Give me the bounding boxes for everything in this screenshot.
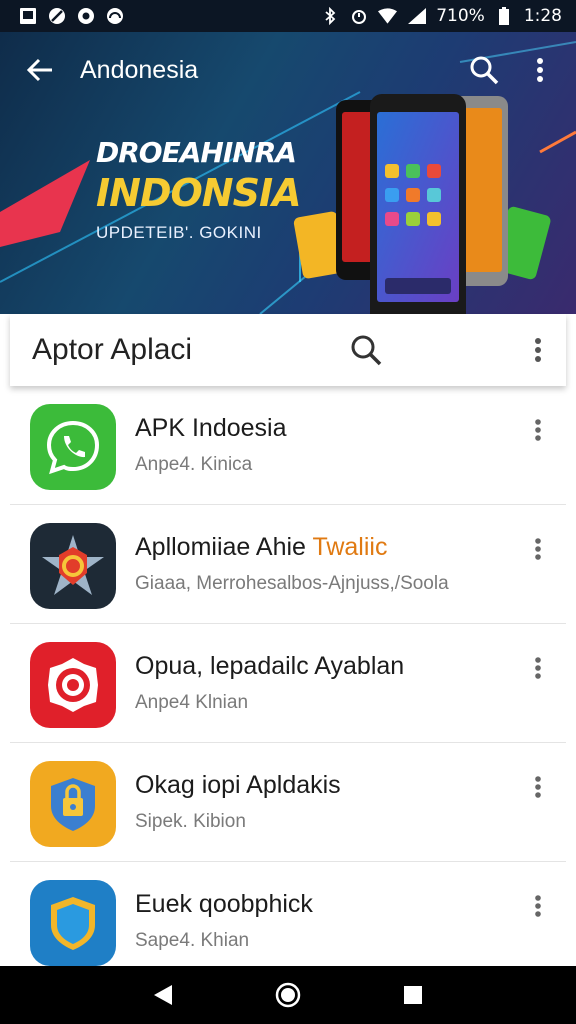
- hero-line-3: UPDETEIB'. GOKINI: [96, 223, 262, 242]
- app-subtitle: Anpe4 Klnian: [135, 692, 249, 713]
- app-bar-menu-button[interactable]: [512, 42, 568, 98]
- list-item[interactable]: Okag iopi Apldakis Sipek. Kibion: [10, 743, 566, 862]
- hero-banner: Andonesia DROEAHINRA INDONSIA UPDETEIB'.…: [0, 32, 576, 314]
- app-name: Apllomiiae Ahie Twaliic: [135, 533, 388, 561]
- list-search-button[interactable]: [338, 322, 394, 378]
- app-subtitle: Giaaa, Merrohesalbos-Ajnjuss,/Soola: [135, 573, 449, 594]
- back-button[interactable]: [0, 32, 80, 108]
- more-vert-icon: [535, 895, 541, 917]
- lock-shield-icon: [51, 778, 95, 831]
- list-item[interactable]: Apllomiiae Ahie Twaliic Giaaa, Merrohesa…: [10, 505, 566, 624]
- list-header: Aptor Aplaci: [10, 314, 566, 386]
- app-list: APK Indoesia Anpe4. Kinica Apllomiiae Ah…: [10, 386, 566, 981]
- app-icon: [30, 880, 116, 966]
- app-subtitle: Sipek. Kibion: [135, 811, 246, 832]
- app-title: Andonesia: [80, 55, 199, 84]
- status-system: 710% 1:28: [320, 6, 562, 26]
- back-arrow-icon: [26, 58, 52, 82]
- bluetooth-icon: [320, 7, 339, 26]
- more-vert-icon: [537, 58, 543, 82]
- recents-square-icon: [404, 986, 423, 1004]
- app-icon: [30, 761, 116, 847]
- search-icon: [470, 56, 499, 85]
- app-name: Okag iopi Apldakis: [135, 771, 341, 799]
- app-name: Euek qoobphick: [135, 890, 313, 918]
- list-item[interactable]: Opua, lepadailc Ayablan Anpe4 Klnian: [10, 624, 566, 743]
- signal-icon: [407, 7, 426, 26]
- more-vert-icon: [535, 776, 541, 798]
- app-icon: [30, 404, 116, 490]
- battery-icon: [495, 7, 514, 26]
- hero-line-2: INDONSIA: [96, 171, 302, 215]
- item-menu-button[interactable]: [520, 763, 556, 811]
- gallery-icon: [18, 7, 37, 26]
- item-menu-button[interactable]: [520, 406, 556, 454]
- hero-line-1: DROEAHINRA: [96, 136, 297, 169]
- list-item[interactable]: APK Indoesia Anpe4. Kinica: [10, 386, 566, 505]
- list-menu-button[interactable]: [510, 322, 566, 378]
- hero-text: DROEAHINRA INDONSIA UPDETEIB'. GOKINI: [96, 136, 302, 243]
- app-bar: Andonesia: [0, 32, 576, 108]
- more-vert-icon: [535, 338, 541, 362]
- more-vert-icon: [535, 657, 541, 679]
- app-list-card: Aptor Aplaci APK Indoesia Anpe4. Kinica: [10, 314, 566, 966]
- app-bar-search-button[interactable]: [456, 42, 512, 98]
- list-title: Aptor Aplaci: [32, 333, 193, 366]
- search-icon: [351, 335, 382, 366]
- app-subtitle: Sape4. Khian: [135, 930, 250, 951]
- back-triangle-icon: [153, 985, 172, 1005]
- home-circle-icon: [275, 982, 301, 1008]
- clock: 1:28: [523, 6, 562, 26]
- target-icon: [48, 658, 98, 712]
- item-menu-button[interactable]: [520, 644, 556, 692]
- wifi-icon: [378, 7, 398, 26]
- app-icon: [30, 642, 116, 728]
- chrome-icon: [76, 7, 95, 26]
- status-bar: 710% 1:28: [0, 0, 576, 32]
- phone-icon: [46, 420, 100, 475]
- alarm-icon: [349, 7, 368, 26]
- list-item[interactable]: Euek qoobphick Sape4. Khian: [10, 862, 566, 981]
- more-vert-icon: [535, 419, 541, 441]
- battery-percent: 710%: [436, 6, 485, 26]
- navigation-bar: [0, 966, 576, 1024]
- app-icon: [30, 523, 116, 609]
- app-name: Opua, lepadailc Ayablan: [135, 652, 405, 680]
- item-menu-button[interactable]: [520, 525, 556, 573]
- star-shield-icon: [42, 535, 104, 595]
- shield-icon: [51, 897, 95, 950]
- nav-recents-button[interactable]: [383, 966, 443, 1024]
- nav-home-button[interactable]: [258, 966, 318, 1024]
- app-name: APK Indoesia: [135, 414, 287, 442]
- status-notifications: [18, 7, 124, 26]
- app-subtitle: Anpe4. Kinica: [135, 454, 253, 475]
- speed-icon: [105, 7, 124, 26]
- nav-back-button[interactable]: [133, 966, 193, 1024]
- more-vert-icon: [535, 538, 541, 560]
- item-menu-button[interactable]: [520, 882, 556, 930]
- blocked-icon: [47, 7, 66, 26]
